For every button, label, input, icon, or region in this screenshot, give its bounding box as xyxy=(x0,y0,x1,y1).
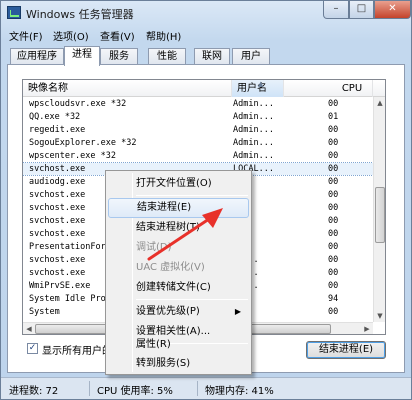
tab-processes[interactable]: 进程 xyxy=(64,46,100,66)
annotation-arrow-icon xyxy=(147,208,223,261)
task-manager-window: Windows 任务管理器 – □ ✕ 文件(F) 选项(O) 查看(V) 帮助… xyxy=(0,0,412,400)
